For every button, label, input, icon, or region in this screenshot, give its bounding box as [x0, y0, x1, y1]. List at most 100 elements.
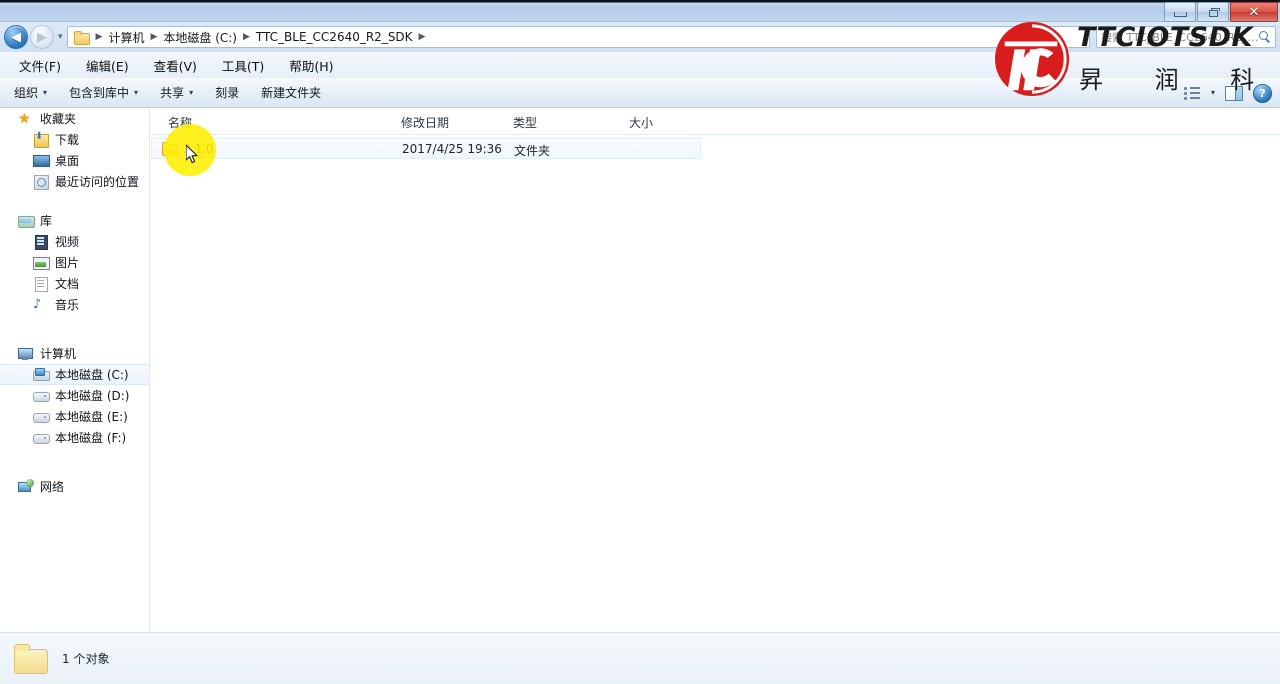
close-button[interactable]: ✕	[1230, 2, 1278, 22]
help-icon[interactable]: ?	[1253, 83, 1272, 103]
folder-icon	[14, 644, 48, 674]
sidebar-group-network-label: 网络	[40, 480, 65, 494]
network-icon	[18, 478, 34, 495]
sidebar-item-recent-places[interactable]: 最近访问的位置	[0, 171, 149, 192]
file-modified-cell: 2017/4/25 19:36	[402, 142, 502, 156]
sidebar-group-network[interactable]: 网络	[0, 476, 149, 497]
sidebar-item-downloads-label: 下载	[55, 133, 80, 147]
search-box[interactable]: 搜索 TTC_BLE_CC2640_R2_SDK	[1096, 26, 1276, 48]
sidebar-item-drive-c-label: 本地磁盘 (C:)	[55, 368, 129, 382]
share-with-button[interactable]: 共享 ▾	[160, 84, 193, 101]
status-text: 1 个对象	[62, 652, 110, 666]
column-header-modified[interactable]: 修改日期	[401, 114, 449, 131]
sidebar-item-drive-c[interactable]: 本地磁盘 (C:)	[0, 364, 149, 385]
back-button[interactable]: ◀	[4, 25, 28, 49]
menu-item-view[interactable]: 查看(V)	[151, 54, 200, 77]
sidebar-group-favorites-label: 收藏夹	[40, 112, 77, 126]
status-bar: 1 个对象	[0, 632, 1280, 684]
breadcrumb-separator: ▶	[243, 31, 250, 42]
restore-icon	[1208, 8, 1220, 17]
search-placeholder: 搜索 TTC_BLE_CC2640_R2_SDK	[1101, 31, 1259, 44]
menu-item-edit[interactable]: 编辑(E)	[83, 54, 132, 77]
new-folder-label: 新建文件夹	[261, 86, 322, 100]
file-name-cell: 3.1.0	[183, 142, 214, 156]
sidebar-item-documents[interactable]: 文档	[0, 273, 149, 294]
chevron-down-icon: ▾	[189, 87, 194, 97]
breadcrumb-item-computer[interactable]: 计算机	[105, 27, 147, 48]
forward-button[interactable]: ▶	[30, 25, 54, 49]
sidebar-item-desktop[interactable]: 桌面	[0, 150, 149, 171]
minimize-icon	[1173, 12, 1187, 17]
library-icon	[18, 213, 35, 229]
organize-button[interactable]: 组织 ▾	[14, 84, 47, 101]
sidebar-item-drive-f[interactable]: 本地磁盘 (F:)	[0, 427, 149, 448]
sidebar-group-favorites[interactable]: ★ 收藏夹	[0, 108, 149, 129]
file-type-cell: 文件夹	[514, 144, 551, 158]
documents-icon	[33, 276, 49, 292]
new-folder-button[interactable]: 新建文件夹	[261, 84, 321, 101]
sidebar-item-drive-e-label: 本地磁盘 (E:)	[55, 410, 128, 424]
preview-pane-icon[interactable]	[1225, 85, 1243, 101]
sidebar-item-documents-label: 文档	[55, 277, 80, 291]
sidebar-item-music-label: 音乐	[55, 298, 80, 312]
column-header-name[interactable]: 名称	[168, 114, 192, 131]
breadcrumb-separator: ▶	[150, 31, 158, 42]
sidebar-item-pictures-label: 图片	[55, 256, 80, 270]
burn-button[interactable]: 刻录	[215, 84, 239, 101]
music-icon: ♪	[33, 296, 42, 312]
folder-icon	[162, 142, 178, 156]
sidebar-item-music[interactable]: ♪ 音乐	[0, 294, 149, 315]
sidebar-item-videos[interactable]: 视频	[0, 231, 149, 252]
sidebar-item-videos-label: 视频	[55, 235, 80, 249]
recent-locations-button[interactable]: ▾	[58, 32, 63, 42]
navigation-pane: ★ 收藏夹 下载 桌面 最近访问的位置 库 视频	[0, 108, 150, 632]
sidebar-group-computer[interactable]: 计算机	[0, 343, 149, 364]
toolbar-right-group: ▾ ?	[1183, 78, 1272, 108]
menu-item-file[interactable]: 文件(F)	[16, 54, 64, 77]
sidebar-item-pictures[interactable]: 图片	[0, 252, 149, 273]
sidebar-item-drive-d[interactable]: 本地磁盘 (D:)	[0, 385, 149, 406]
video-icon	[33, 234, 49, 250]
minimize-button[interactable]	[1164, 2, 1196, 22]
share-with-label: 共享	[160, 86, 185, 100]
breadcrumb-item-drive-c[interactable]: 本地磁盘 (C:)	[160, 27, 240, 48]
sidebar-item-desktop-label: 桌面	[55, 154, 80, 168]
recent-places-icon	[33, 174, 49, 190]
back-arrow-icon: ◀	[11, 29, 21, 45]
column-header-row: 名称 修改日期 类型 大小	[151, 108, 1280, 135]
organize-label: 组织	[14, 86, 39, 100]
table-row[interactable]: 3.1.0 2017/4/25 19:36 文件夹	[151, 138, 701, 159]
chevron-down-icon: ▾	[134, 87, 139, 97]
sidebar-item-downloads[interactable]: 下载	[0, 129, 149, 150]
restore-button[interactable]	[1197, 2, 1229, 22]
pictures-icon	[33, 255, 50, 271]
burn-label: 刻录	[215, 86, 240, 100]
breadcrumb-separator: ▶	[95, 31, 103, 42]
chevron-down-icon[interactable]: ▾	[1211, 89, 1215, 97]
address-bar: ◀ ▶ ▾ ▶ 计算机 ▶ 本地磁盘 (C:) ▶ TTC_BLE_CC2640…	[0, 22, 1280, 52]
include-in-library-button[interactable]: 包含到库中 ▾	[69, 84, 138, 101]
column-header-size[interactable]: 大小	[629, 114, 653, 131]
menu-item-help[interactable]: 帮助(H)	[286, 54, 336, 77]
title-bar: ✕	[0, 0, 1280, 22]
hard-drive-icon	[33, 388, 50, 404]
sidebar-group-computer-label: 计算机	[40, 347, 77, 361]
change-view-icon[interactable]	[1183, 86, 1201, 101]
sidebar-group-libraries[interactable]: 库	[0, 210, 149, 231]
hard-drive-icon	[33, 409, 50, 425]
menu-item-tools[interactable]: 工具(T)	[219, 54, 267, 77]
breadcrumb[interactable]: ▶ 计算机 ▶ 本地磁盘 (C:) ▶ TTC_BLE_CC2640_R2_SD…	[66, 26, 1090, 48]
file-explorer-window: ✕ ◀ ▶ ▾ ▶ 计算机 ▶ 本地磁盘 (C:) ▶ TTC_BLE_CC26…	[0, 0, 1280, 684]
menu-bar: 文件(F) 编辑(E) 查看(V) 工具(T) 帮助(H)	[0, 52, 1280, 78]
folder-icon	[73, 30, 90, 45]
hard-drive-system-icon	[33, 367, 50, 383]
file-list-pane: 名称 修改日期 类型 大小 3.1.0 2017/4/25 19:36 文件夹	[151, 108, 1280, 632]
close-icon: ✕	[1248, 4, 1260, 20]
computer-icon	[18, 346, 34, 362]
sidebar-item-drive-e[interactable]: 本地磁盘 (E:)	[0, 406, 149, 427]
breadcrumb-item-sdk-folder[interactable]: TTC_BLE_CC2640_R2_SDK	[253, 28, 416, 46]
column-header-type[interactable]: 类型	[513, 114, 537, 131]
forward-arrow-icon: ▶	[37, 29, 47, 45]
